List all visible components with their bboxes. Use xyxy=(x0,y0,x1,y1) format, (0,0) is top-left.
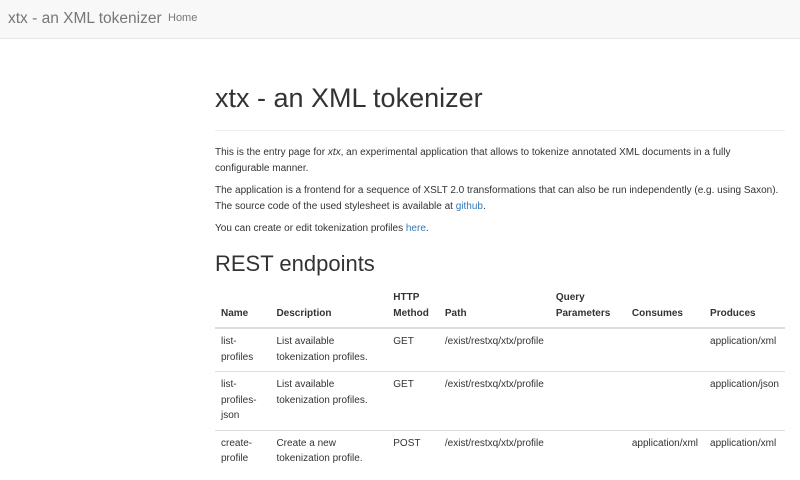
app-description-end: . xyxy=(482,201,486,212)
cell-http-method: GET xyxy=(387,371,439,430)
header-http-method: HTTP Method xyxy=(387,287,439,329)
cell-description: Create a new tokenization profile. xyxy=(270,429,388,473)
divider xyxy=(215,130,785,131)
cell-consumes xyxy=(625,327,705,372)
cell-produces: application/json xyxy=(704,371,785,430)
profiles-paragraph: You can create or edit tokenization prof… xyxy=(215,221,781,237)
cell-name: list-profiles xyxy=(215,327,271,372)
github-link[interactable]: github xyxy=(456,201,483,212)
navbar-brand[interactable]: xtx - an XML tokenizer xyxy=(8,10,162,28)
table-row: list-profiles List available tokenizatio… xyxy=(215,327,785,372)
cell-path: /exist/restxq/xtx/profile xyxy=(438,371,550,430)
intro-paragraph: This is the entry page for xtx, an exper… xyxy=(215,145,781,177)
cell-path: /exist/restxq/xtx/profile xyxy=(438,327,550,372)
header-produces: Produces xyxy=(704,287,785,329)
profiles-text-end: . xyxy=(425,223,429,234)
profiles-text: You can create or edit tokenization prof… xyxy=(215,223,406,234)
cell-produces: application/xml xyxy=(704,429,785,473)
cell-produces: application/xml xyxy=(704,327,785,372)
cell-path: /exist/restxq/xtx/profile xyxy=(438,429,550,473)
table-header-row: Name Description HTTP Method Path Query … xyxy=(215,287,785,329)
cell-query-parameters xyxy=(549,429,626,473)
table-row: create-profile Create a new tokenization… xyxy=(215,429,785,473)
header-query-parameters: Query Parameters xyxy=(549,287,626,329)
navbar: xtx - an XML tokenizer Home xyxy=(0,0,800,39)
page-title: xtx - an XML tokenizer xyxy=(215,83,483,113)
intro-app-name: xtx xyxy=(327,147,341,158)
cell-name: list-profiles-json xyxy=(215,371,271,430)
header-description: Description xyxy=(270,287,388,329)
cell-name: create-profile xyxy=(215,429,271,473)
cell-http-method: POST xyxy=(387,429,439,473)
cell-query-parameters xyxy=(549,327,626,372)
endpoints-table: Name Description HTTP Method Path Query … xyxy=(215,287,785,473)
table-row: list-profiles-json List available tokeni… xyxy=(215,371,785,430)
cell-consumes: application/xml xyxy=(625,429,705,473)
header-consumes: Consumes xyxy=(625,287,705,329)
cell-http-method: GET xyxy=(387,327,439,372)
profiles-here-link[interactable]: here xyxy=(406,223,426,234)
intro-text-start: This is the entry page for xyxy=(215,147,328,158)
header-name: Name xyxy=(215,287,271,329)
cell-query-parameters xyxy=(549,371,626,430)
cell-description: List available tokenization profiles. xyxy=(270,371,388,430)
cell-description: List available tokenization profiles. xyxy=(270,327,388,372)
endpoints-heading: REST endpoints xyxy=(215,251,375,276)
nav-link-home[interactable]: Home xyxy=(168,12,197,24)
app-description-paragraph: The application is a frontend for a sequ… xyxy=(215,183,781,215)
cell-consumes xyxy=(625,371,705,430)
header-path: Path xyxy=(438,287,550,329)
app-description-text: The application is a frontend for a sequ… xyxy=(215,185,779,212)
